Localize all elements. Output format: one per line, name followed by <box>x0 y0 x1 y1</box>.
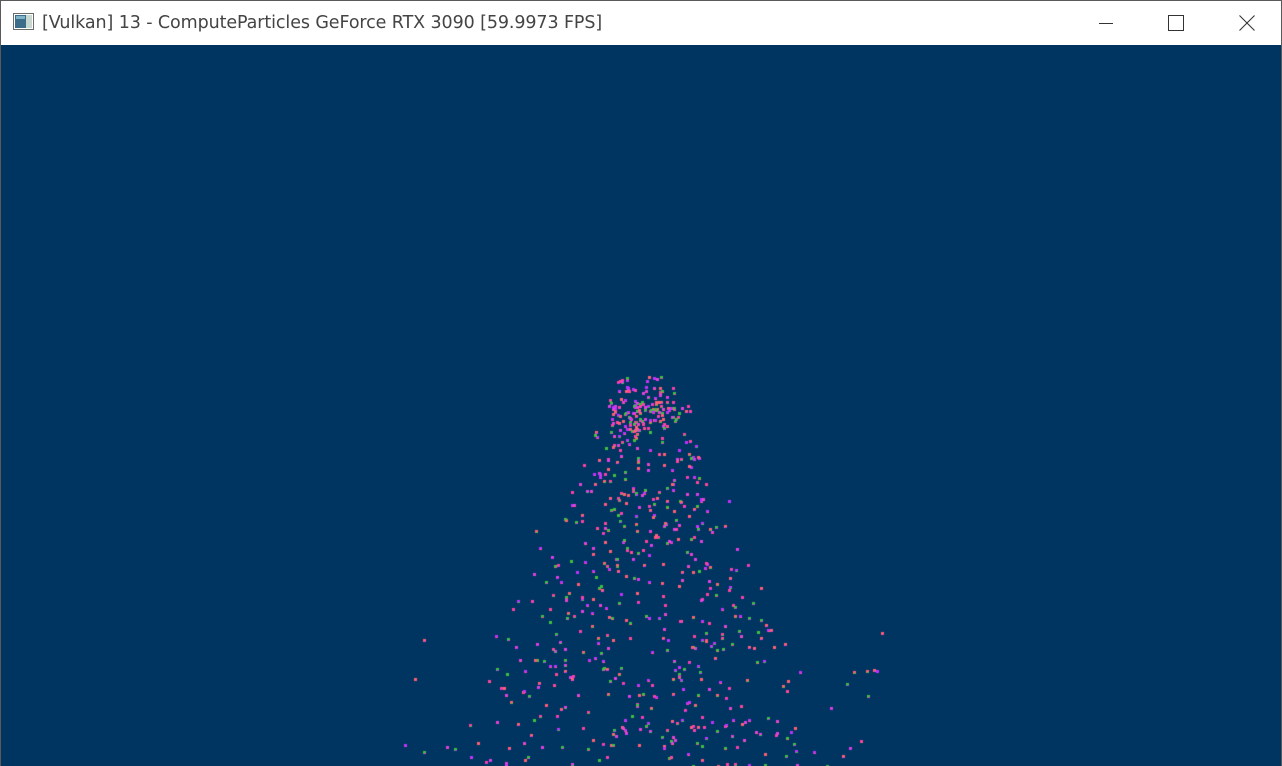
particle-canvas[interactable] <box>1 45 1281 766</box>
close-icon <box>1239 15 1255 31</box>
window-title: [Vulkan] 13 - ComputeParticles GeForce R… <box>42 13 603 33</box>
render-viewport[interactable] <box>1 45 1281 766</box>
title-bar[interactable]: [Vulkan] 13 - ComputeParticles GeForce R… <box>1 1 1281 45</box>
minimize-icon <box>1099 16 1113 30</box>
maximize-icon <box>1168 15 1184 31</box>
minimize-button[interactable] <box>1083 1 1129 45</box>
console-window-icon[interactable] <box>13 13 34 30</box>
maximize-button[interactable] <box>1153 1 1199 45</box>
app-window: [Vulkan] 13 - ComputeParticles GeForce R… <box>0 0 1282 766</box>
close-button[interactable] <box>1224 1 1270 45</box>
